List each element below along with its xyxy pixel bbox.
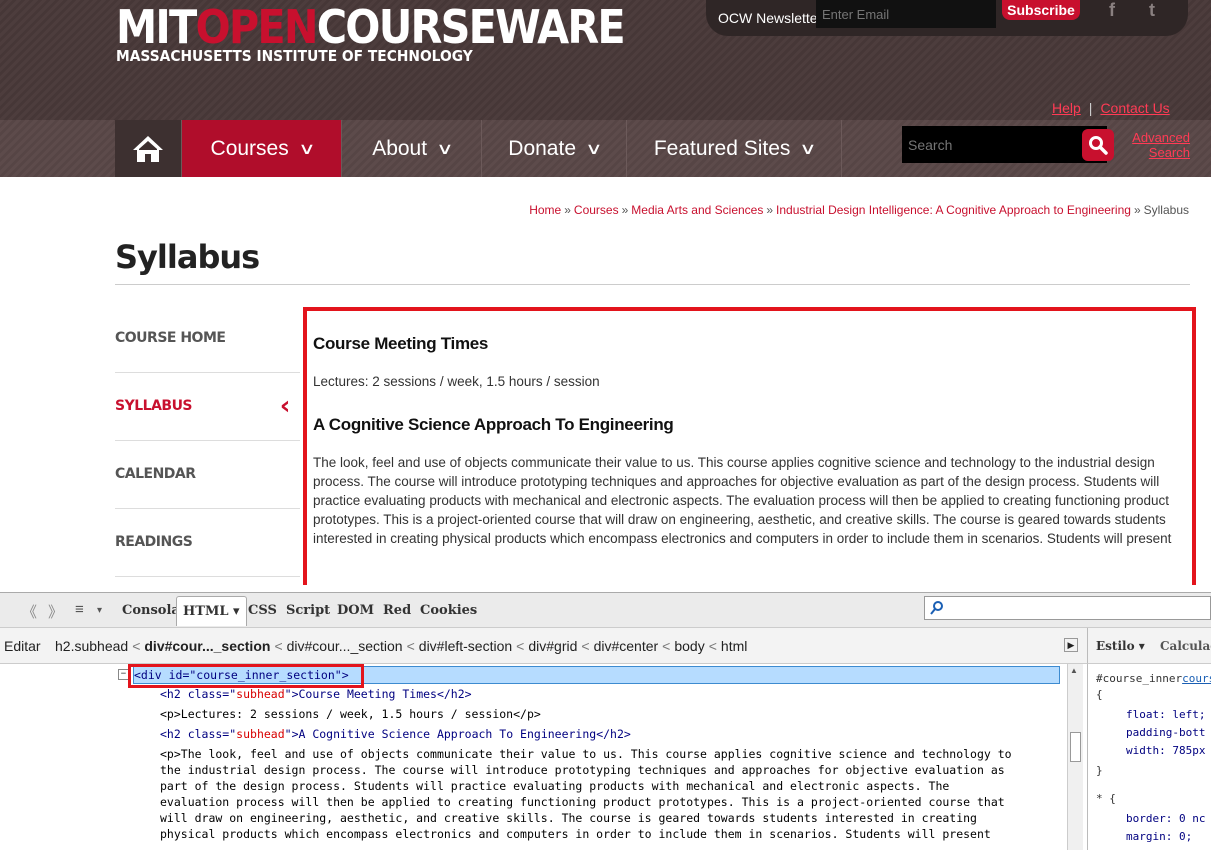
site-header: MITOPENCOURSEWARE MASSACHUSETTS INSTITUT… (0, 0, 1211, 120)
devtools-breadcrumb-bar: Editar h2.subhead < div#cour..._section < di… (0, 628, 1211, 664)
course-inner-section: Course Meeting Times Lectures: 2 session… (303, 307, 1196, 585)
breadcrumb-current: Syllabus (1143, 203, 1189, 217)
sidenav-item-course-home[interactable]: COURSE HOME (115, 305, 300, 373)
tab-dom[interactable]: DOM (337, 603, 374, 618)
page-title: Syllabus (115, 238, 260, 276)
tab-cookies[interactable]: Cookies (420, 603, 477, 618)
title-divider (115, 284, 1190, 285)
description-text: The look, feel and use of objects commun… (313, 455, 1172, 546)
menu-icon[interactable]: ≡ (75, 601, 84, 618)
code-line[interactable]: <h2 class="subhead">Course Meeting Times… (160, 686, 472, 702)
sidenav-item-syllabus[interactable]: SYLLABUS ‹ (115, 373, 300, 441)
newsletter-bar: OCW Newsletter Subscribe f t (706, 0, 1188, 36)
nav-about[interactable]: About ∨ (342, 120, 482, 177)
chevron-down-icon: ∨ (297, 140, 316, 158)
code-line[interactable]: <h2 class="subhead">A Cognitive Science … (160, 726, 631, 742)
tab-css[interactable]: CSS (248, 603, 277, 618)
breadcrumb-department[interactable]: Media Arts and Sciences (631, 203, 763, 217)
devtools-search-input[interactable] (924, 596, 1211, 620)
breadcrumb-course[interactable]: Industrial Design Intelligence: A Cognit… (776, 203, 1131, 217)
advanced-search-link[interactable]: Advanced Search (1130, 130, 1190, 160)
devtools-html-panel: − <div id="course_inner_section"> <h2 cl… (0, 664, 1063, 850)
tab-html[interactable]: HTML ▾ (176, 596, 247, 626)
section-heading-description: A Cognitive Science Approach To Engineer… (313, 415, 674, 434)
code-line: will draw on engineering, aesthetic, and… (160, 811, 977, 825)
newsletter-label: OCW Newsletter (718, 10, 823, 26)
meeting-times-text: Lectures: 2 sessions / week, 1.5 hours /… (313, 374, 600, 389)
code-line: the industrial design process. The cours… (160, 763, 1005, 777)
search-icon (1089, 136, 1108, 155)
code-line: physical products which encompass electr… (160, 827, 991, 841)
style-panel: #course_innercours { float: left; paddin… (1087, 664, 1211, 850)
nav-courses[interactable]: Courses ∨ (182, 120, 342, 177)
course-sidenav: COURSE HOME SYLLABUS ‹ CALENDAR READINGS (115, 305, 300, 577)
forward-arrow-icon[interactable]: 》 (48, 601, 63, 622)
breadcrumb-home[interactable]: Home (529, 203, 561, 217)
tab-script[interactable]: Script (286, 603, 330, 618)
chevron-down-icon: ∨ (799, 140, 818, 158)
tab-net[interactable]: Red (383, 603, 411, 618)
tab-style[interactable]: Estilo ▾ (1096, 639, 1145, 653)
chevron-left-icon: ‹ (279, 391, 291, 421)
edit-button[interactable]: Editar (4, 638, 41, 654)
mit-ocw-logo[interactable]: MITOPENCOURSEWARE MASSACHUSETTS INSTITUT… (116, 2, 680, 64)
code-line[interactable]: <p>Lectures: 2 sessions / week, 1.5 hour… (160, 706, 541, 722)
tab-computed[interactable]: Calculado (1160, 639, 1211, 653)
search-input[interactable] (902, 126, 1107, 163)
code-line: part of the design process. Students wil… (160, 779, 950, 793)
devtools-toolbar: 《 》 ≡ ▾ Consola HTML ▾ CSS Script DOM Re… (0, 592, 1211, 628)
sidenav-item-calendar[interactable]: CALENDAR (115, 441, 300, 509)
html-panel-scrollbar[interactable]: ▲ (1067, 664, 1083, 850)
chevron-down-icon: ∨ (585, 140, 603, 158)
twitter-icon[interactable]: t (1138, 0, 1166, 24)
element-path: h2.subhead < div#cour..._section < div#cour.… (55, 638, 748, 654)
help-links: Help | Contact Us (1052, 100, 1170, 116)
nav-donate[interactable]: Donate ∨ (482, 120, 627, 177)
help-separator: | (1088, 100, 1093, 116)
expand-panel-icon[interactable]: ▶ (1064, 638, 1078, 652)
code-line[interactable]: <p>The look, feel and use of objects com… (160, 746, 1012, 762)
section-heading-meeting-times: Course Meeting Times (313, 334, 489, 353)
search-icon (930, 601, 943, 615)
contact-us-link[interactable]: Contact Us (1100, 100, 1169, 116)
home-button[interactable] (115, 120, 182, 177)
code-line: evaluation process will then be applied … (160, 795, 1005, 809)
selection-highlight-box (128, 664, 364, 688)
logo-subtitle: MASSACHUSETTS INSTITUTE OF TECHNOLOGY (116, 47, 473, 65)
back-arrow-icon[interactable]: 《 (22, 601, 37, 622)
facebook-icon[interactable]: f (1098, 0, 1126, 24)
nav-featured-sites[interactable]: Featured Sites ∨ (627, 120, 842, 177)
subscribe-button[interactable]: Subscribe (1002, 0, 1080, 20)
search-button[interactable] (1082, 129, 1114, 161)
chevron-down-icon: ∨ (436, 140, 454, 158)
breadcrumb: Home» Courses» Media Arts and Sciences» Ind… (529, 203, 1189, 217)
tab-console[interactable]: Consola (122, 603, 180, 618)
sidenav-item-readings[interactable]: READINGS (115, 509, 300, 577)
home-icon (133, 135, 163, 162)
logo-wordmark: MITOPENCOURSEWARE (116, 0, 626, 54)
newsletter-email-input[interactable] (816, 0, 996, 28)
dropdown-arrow-icon[interactable]: ▾ (97, 605, 102, 616)
breadcrumb-courses[interactable]: Courses (574, 203, 619, 217)
style-panel-tabs: Estilo ▾ Calculado (1087, 628, 1211, 664)
main-nav: Courses ∨ About ∨ Donate ∨ Featured Sites ∨ (0, 120, 1211, 177)
help-link[interactable]: Help (1052, 100, 1081, 116)
